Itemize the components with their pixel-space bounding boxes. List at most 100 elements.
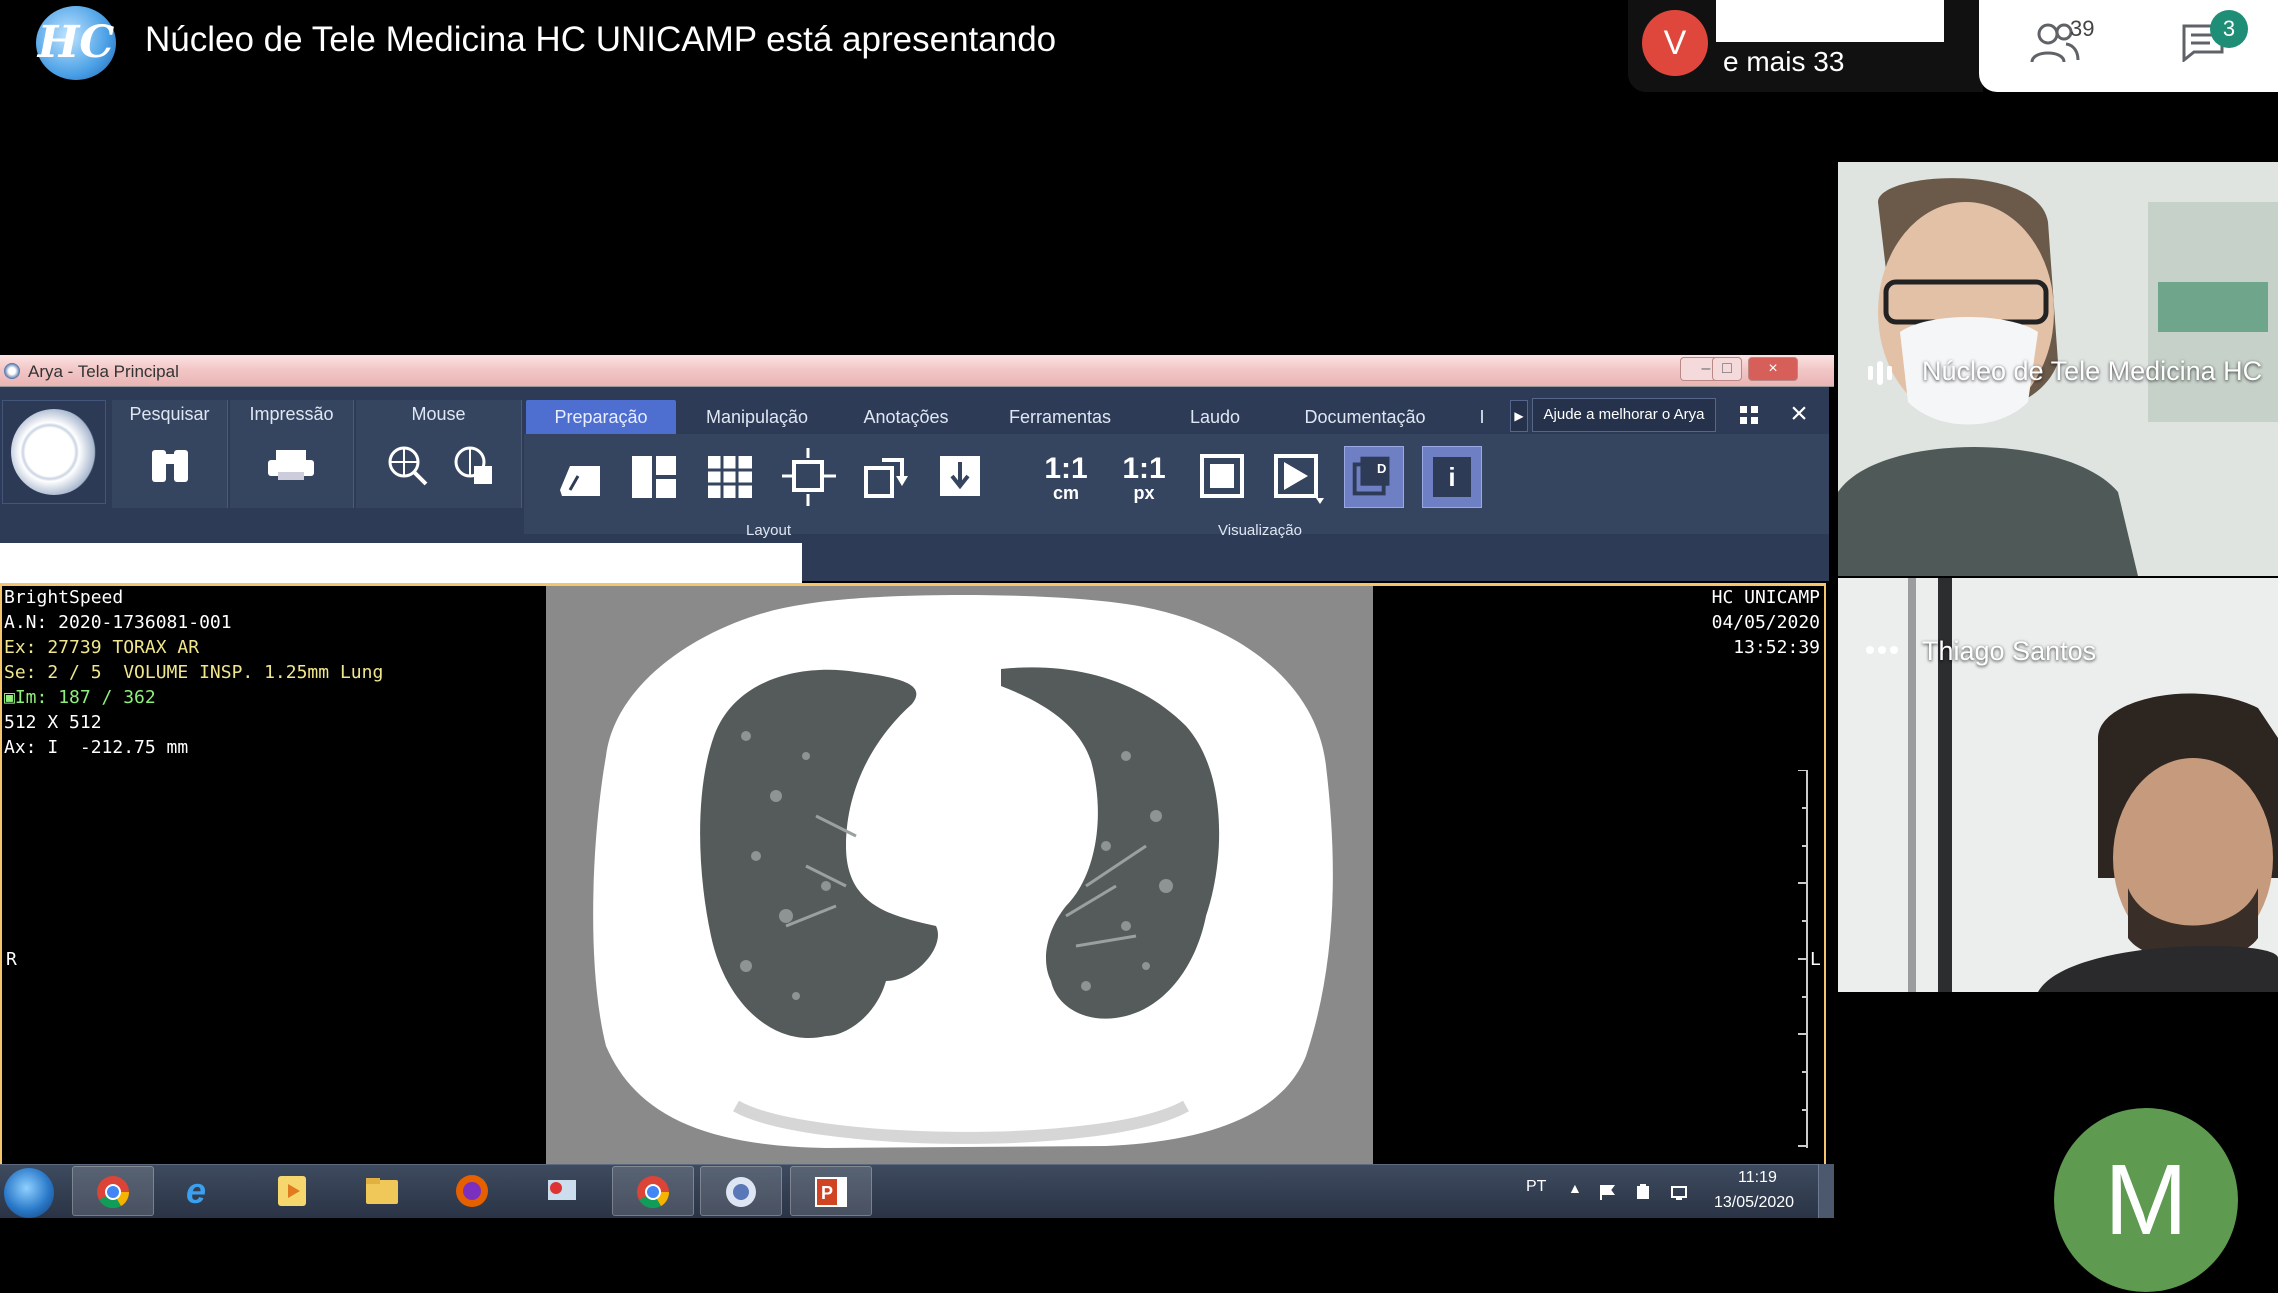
overlay-institution: HC UNICAMP [1711, 587, 1820, 608]
overlay-scanner: BrightSpeed [4, 587, 124, 608]
group-label: Mouse [411, 404, 466, 424]
language-indicator[interactable]: PT [1526, 1178, 1546, 1196]
chrome-icon [97, 1176, 130, 1209]
rotate-icon[interactable] [856, 446, 916, 508]
overlay-exam: Ex: 27739 TORAX AR [4, 637, 200, 658]
scale-ruler [1798, 769, 1808, 1148]
participant-name-2: Thiago Santos [1922, 636, 2097, 666]
taskbar-explorer[interactable] [342, 1166, 424, 1216]
layout-grid-icon[interactable] [700, 446, 760, 508]
tab-preparacao[interactable]: Preparação [526, 400, 676, 434]
tray-expand-icon[interactable]: ▲ [1568, 1180, 1582, 1196]
overlay-letter: D [1377, 461, 1387, 476]
cine-play-icon[interactable] [1268, 446, 1328, 508]
clock-date[interactable]: 13/05/2020 [1714, 1194, 1794, 1212]
participant-avatar[interactable]: V [1642, 10, 1708, 76]
participant-avatar-m[interactable]: M [2054, 1108, 2238, 1292]
start-button[interactable] [4, 1168, 54, 1218]
overlay-matrix: 512 X 512 [4, 712, 102, 733]
export-icon[interactable] [930, 446, 990, 508]
tool-text: 1:1 [1122, 452, 1166, 485]
powerpoint-icon: P [815, 1177, 847, 1207]
speaking-indicator-icon [1860, 358, 1900, 388]
svg-text:P: P [821, 1183, 833, 1203]
scale-1-1-cm-button[interactable]: 1:1 cm [1036, 446, 1096, 508]
section-label-visualizacao: Visualização [1218, 522, 1302, 539]
info-overlay-button[interactable]: i [1422, 446, 1482, 508]
taskbar-remote-app[interactable] [522, 1166, 604, 1216]
printer-icon [268, 450, 314, 480]
group-pesquisar[interactable]: Pesquisar [112, 400, 228, 508]
participant-name-box [1716, 0, 1944, 42]
tab-scroll-right-button[interactable]: ▶ [1510, 400, 1528, 432]
overlay-image-number-text: Im: 187 / 362 [14, 687, 156, 708]
power-icon[interactable] [1634, 1183, 1652, 1201]
orientation-left-marker: R [6, 949, 17, 970]
taskbar-powerpoint[interactable]: P [790, 1166, 872, 1216]
taskbar-media-player[interactable] [252, 1166, 334, 1216]
hc-logo: HC [36, 6, 116, 80]
taskbar-arya[interactable] [700, 1166, 782, 1216]
chat-badge: 3 [2210, 10, 2248, 48]
group-label: Impressão [249, 404, 334, 424]
ct-scan-image[interactable] [546, 586, 1373, 1164]
network-icon[interactable] [1670, 1183, 1688, 1201]
remote-desktop-icon [548, 1180, 576, 1200]
taskbar-chrome-1[interactable] [72, 1166, 154, 1216]
ribbon-close-button[interactable]: × [1784, 398, 1814, 430]
binoculars-icon [152, 450, 188, 482]
tab-overflow[interactable]: I [1470, 400, 1494, 434]
chrome-icon [637, 1176, 670, 1209]
firefox-icon [456, 1175, 488, 1207]
tab-anotacoes[interactable]: Anotações [836, 400, 976, 434]
show-desktop-button[interactable] [1818, 1164, 1834, 1218]
taskbar-ie[interactable]: e [164, 1166, 246, 1216]
layout-split-icon[interactable] [624, 446, 684, 508]
tool-text: 1:1 [1044, 452, 1088, 485]
fullscreen-icon[interactable] [1192, 446, 1252, 508]
group-impressao[interactable]: Impressão [230, 400, 354, 508]
info-icon: i [1433, 457, 1471, 497]
clock-time[interactable]: 11:19 [1738, 1169, 1777, 1187]
series-overlay-button[interactable]: D [1344, 446, 1404, 508]
tab-manipulacao[interactable]: Manipulação [682, 400, 832, 434]
orientation-right-marker: L [1810, 949, 1821, 970]
taskbar-chrome-2[interactable] [612, 1166, 694, 1216]
app-titlebar[interactable]: Arya - Tela Principal – □ × [0, 355, 1834, 387]
overlay-image-number: ▣Im: 187 / 362 [4, 687, 156, 708]
scale-1-1-px-button[interactable]: 1:1 px [1114, 446, 1174, 508]
arya-menu-logo[interactable] [2, 400, 106, 504]
participant-tile-2[interactable]: Thiago Santos [1838, 578, 2278, 992]
arya-app-icon [4, 363, 20, 379]
maximize-button[interactable]: □ [1712, 357, 1742, 381]
taskbar-firefox[interactable] [432, 1166, 514, 1216]
section-label-layout: Layout [746, 522, 792, 539]
more-participants-count: e mais 33 [1723, 46, 1845, 77]
ie-icon: e [186, 1170, 207, 1211]
redaction-strip [0, 543, 802, 585]
tool-unit: px [1133, 483, 1155, 503]
participant-name-1: Núcleo de Tele Medicina HC [1922, 356, 2263, 386]
mouse-magnify-icon [388, 446, 428, 486]
help-improve-button[interactable]: Ajude a melhorar o Arya [1532, 398, 1716, 432]
more-options-icon[interactable] [1862, 640, 1902, 660]
overlay-position: Ax: I -212.75 mm [4, 737, 189, 758]
window-close-button[interactable]: × [1748, 357, 1798, 381]
participant-tile-1[interactable]: Núcleo de Tele Medicina HC [1838, 162, 2278, 576]
select-tool-icon[interactable] [548, 446, 608, 508]
tool-unit: cm [1052, 483, 1079, 503]
series-overlay-icon [1352, 456, 1390, 496]
folder-icon [366, 1178, 398, 1204]
people-count: 39 [2070, 16, 2095, 41]
overlay-study-time: 13:52:39 [1733, 637, 1820, 658]
tab-ferramentas[interactable]: Ferramentas [990, 400, 1130, 434]
tab-documentacao[interactable]: Documentação [1290, 400, 1440, 434]
app-window-title: Arya - Tela Principal [28, 362, 179, 381]
overlay-series: Se: 2 / 5 VOLUME INSP. 1.25mm Lung [4, 662, 384, 683]
grid-menu-icon[interactable] [1736, 400, 1762, 430]
action-center-flag-icon[interactable] [1598, 1183, 1616, 1201]
group-mouse[interactable]: Mouse [356, 400, 522, 508]
fit-screen-icon[interactable] [778, 446, 838, 508]
tab-laudo[interactable]: Laudo [1160, 400, 1270, 434]
meet-screen: HC Núcleo de Tele Medicina HC UNICAMP es… [0, 0, 2278, 1293]
